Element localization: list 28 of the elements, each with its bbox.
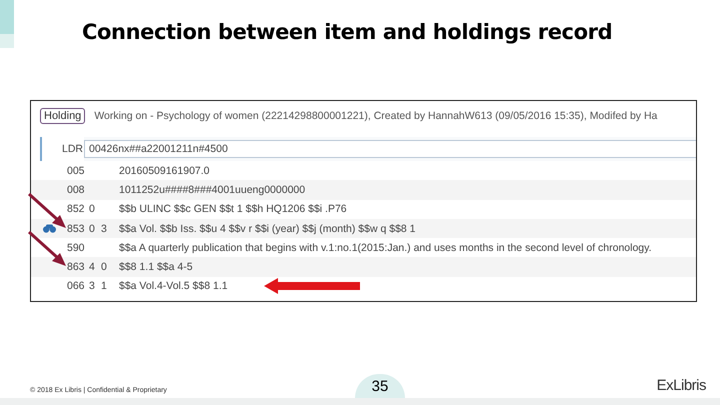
field-tag: LDR bbox=[42, 137, 84, 161]
field-tag: 005 bbox=[67, 164, 89, 177]
indicator: 1 bbox=[101, 280, 108, 292]
field-content: $$a Vol.4-Vol.5 $$8 1.1 bbox=[119, 280, 228, 292]
logo-text: ExLibris bbox=[656, 377, 706, 394]
indicator: 4 bbox=[89, 261, 96, 274]
record-type-tag: Holding bbox=[40, 108, 86, 124]
field-content: 1011252u####8###4001uueng0000000 bbox=[119, 184, 306, 196]
field-tag: 852 bbox=[67, 203, 89, 216]
record-info: Working on - Psychology of women (22214298800001221), Created by HannahW613 (09/05/2016 15:35), Modifed by Ha bbox=[94, 110, 658, 122]
leader-input-field[interactable]: 00426nx##a22001211n#4500 bbox=[84, 140, 696, 158]
field-content: $$b ULINC $$c GEN $$t 1 $$h HQ1206 $$i .P76 bbox=[119, 203, 347, 216]
field-tag: 066 bbox=[67, 280, 89, 292]
indicator: 3 bbox=[89, 280, 96, 292]
indicator: 0 bbox=[101, 261, 108, 274]
indicator: 0 bbox=[89, 203, 96, 216]
indicator: 0 bbox=[89, 222, 96, 235]
slide-title: Connection between item and holdings record bbox=[82, 20, 614, 46]
field-tag: 008 bbox=[67, 184, 89, 196]
field-content: $$8 1.1 $$a 4-5 bbox=[119, 261, 193, 274]
field-tag: 863 bbox=[67, 261, 89, 274]
field-content: $$a A quarterly publication that begins with v.1:no.1(2015:Jan.) and uses months in the second level of chronology. bbox=[119, 242, 652, 254]
indicator: 3 bbox=[101, 222, 108, 235]
field-content: 20160509161907.0 bbox=[119, 164, 210, 177]
field-tag: 853 bbox=[67, 222, 89, 235]
field-content: $$a Vol. $$b Iss. $$u 4 $$v r $$i (year) $$j (month) $$w q $$8 1 bbox=[119, 222, 416, 235]
page-number: 35 bbox=[355, 374, 405, 398]
field-tag: 590 bbox=[67, 242, 89, 254]
